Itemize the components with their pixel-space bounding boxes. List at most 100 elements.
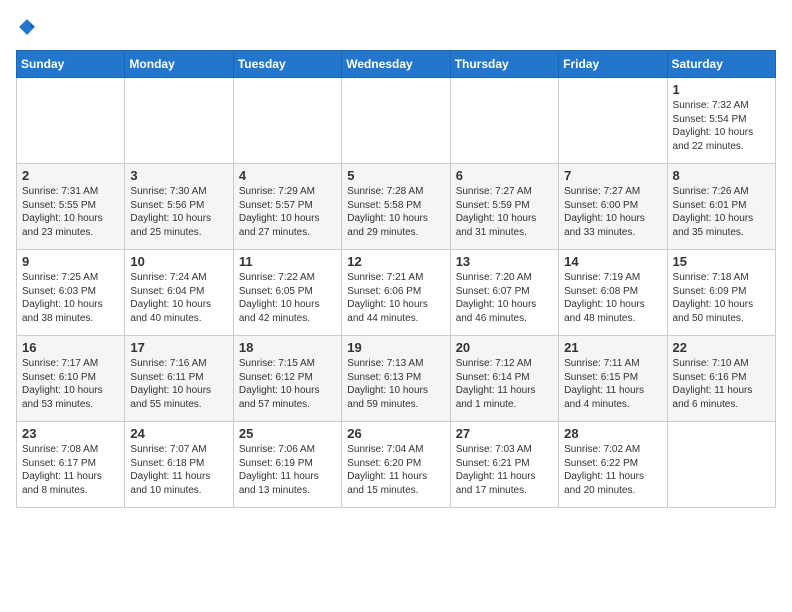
day-number: 16 bbox=[22, 340, 119, 355]
day-cell: 23 Sunrise: 7:08 AM Sunset: 6:17 PM Dayli… bbox=[17, 422, 125, 508]
day-info: Sunrise: 7:08 AM Sunset: 6:17 PM Dayligh… bbox=[22, 443, 119, 497]
day-cell: 28 Sunrise: 7:02 AM Sunset: 6:22 PM Dayli… bbox=[559, 422, 667, 508]
day-cell: 4 Sunrise: 7:29 AM Sunset: 5:57 PM Daylig… bbox=[233, 164, 341, 250]
day-info: Sunrise: 7:26 AM Sunset: 6:01 PM Dayligh… bbox=[673, 185, 770, 239]
day-header-friday: Friday bbox=[559, 51, 667, 78]
day-headers-row: SundayMondayTuesdayWednesdayThursdayFrid… bbox=[17, 51, 776, 78]
day-number: 10 bbox=[130, 254, 227, 269]
day-cell: 15 Sunrise: 7:18 AM Sunset: 6:09 PM Dayli… bbox=[667, 250, 775, 336]
day-info: Sunrise: 7:22 AM Sunset: 6:05 PM Dayligh… bbox=[239, 271, 336, 325]
logo bbox=[16, 16, 42, 38]
day-cell bbox=[125, 78, 233, 164]
day-number: 26 bbox=[347, 426, 444, 441]
day-cell: 11Sunrise: 7:22 AM Sunset: 6:05 PM Dayli… bbox=[233, 250, 341, 336]
day-info: Sunrise: 7:15 AM Sunset: 6:12 PM Dayligh… bbox=[239, 357, 336, 411]
day-cell: 1 Sunrise: 7:32 AM Sunset: 5:54 PM Daylig… bbox=[667, 78, 775, 164]
day-info: Sunrise: 7:17 AM Sunset: 6:10 PM Dayligh… bbox=[22, 357, 119, 411]
day-header-saturday: Saturday bbox=[667, 51, 775, 78]
day-number: 5 bbox=[347, 168, 444, 183]
day-info: Sunrise: 7:10 AM Sunset: 6:16 PM Dayligh… bbox=[673, 357, 770, 411]
day-info: Sunrise: 7:27 AM Sunset: 6:00 PM Dayligh… bbox=[564, 185, 661, 239]
day-info: Sunrise: 7:06 AM Sunset: 6:19 PM Dayligh… bbox=[239, 443, 336, 497]
week-row-4: 16 Sunrise: 7:17 AM Sunset: 6:10 PM Dayli… bbox=[17, 336, 776, 422]
day-header-thursday: Thursday bbox=[450, 51, 558, 78]
page-header bbox=[16, 16, 776, 38]
day-cell: 19 Sunrise: 7:13 AM Sunset: 6:13 PM Dayli… bbox=[342, 336, 450, 422]
day-info: Sunrise: 7:13 AM Sunset: 6:13 PM Dayligh… bbox=[347, 357, 444, 411]
week-row-2: 2 Sunrise: 7:31 AM Sunset: 5:55 PM Daylig… bbox=[17, 164, 776, 250]
day-number: 9 bbox=[22, 254, 119, 269]
day-cell: 17Sunrise: 7:16 AM Sunset: 6:11 PM Dayli… bbox=[125, 336, 233, 422]
day-cell: 18 Sunrise: 7:15 AM Sunset: 6:12 PM Dayli… bbox=[233, 336, 341, 422]
day-info: Sunrise: 7:30 AM Sunset: 5:56 PM Dayligh… bbox=[130, 185, 227, 239]
day-info: Sunrise: 7:24 AM Sunset: 6:04 PM Dayligh… bbox=[130, 271, 227, 325]
day-number: 1 bbox=[673, 82, 770, 97]
day-cell: 16 Sunrise: 7:17 AM Sunset: 6:10 PM Dayli… bbox=[17, 336, 125, 422]
day-info: Sunrise: 7:27 AM Sunset: 5:59 PM Dayligh… bbox=[456, 185, 553, 239]
day-number: 22 bbox=[673, 340, 770, 355]
day-number: 3 bbox=[130, 168, 227, 183]
day-cell: 5 Sunrise: 7:28 AM Sunset: 5:58 PM Daylig… bbox=[342, 164, 450, 250]
day-cell: 13 Sunrise: 7:20 AM Sunset: 6:07 PM Dayli… bbox=[450, 250, 558, 336]
day-number: 7 bbox=[564, 168, 661, 183]
calendar-table: SundayMondayTuesdayWednesdayThursdayFrid… bbox=[16, 50, 776, 508]
day-info: Sunrise: 7:19 AM Sunset: 6:08 PM Dayligh… bbox=[564, 271, 661, 325]
day-cell: 9Sunrise: 7:25 AM Sunset: 6:03 PM Daylig… bbox=[17, 250, 125, 336]
day-cell bbox=[667, 422, 775, 508]
day-cell: 12 Sunrise: 7:21 AM Sunset: 6:06 PM Dayli… bbox=[342, 250, 450, 336]
day-number: 18 bbox=[239, 340, 336, 355]
day-info: Sunrise: 7:11 AM Sunset: 6:15 PM Dayligh… bbox=[564, 357, 661, 411]
day-cell bbox=[450, 78, 558, 164]
day-info: Sunrise: 7:12 AM Sunset: 6:14 PM Dayligh… bbox=[456, 357, 553, 411]
day-cell bbox=[233, 78, 341, 164]
day-number: 2 bbox=[22, 168, 119, 183]
day-cell: 21 Sunrise: 7:11 AM Sunset: 6:15 PM Dayli… bbox=[559, 336, 667, 422]
day-number: 19 bbox=[347, 340, 444, 355]
day-header-monday: Monday bbox=[125, 51, 233, 78]
day-cell: 2 Sunrise: 7:31 AM Sunset: 5:55 PM Daylig… bbox=[17, 164, 125, 250]
day-info: Sunrise: 7:07 AM Sunset: 6:18 PM Dayligh… bbox=[130, 443, 227, 497]
day-number: 12 bbox=[347, 254, 444, 269]
day-info: Sunrise: 7:20 AM Sunset: 6:07 PM Dayligh… bbox=[456, 271, 553, 325]
day-cell bbox=[559, 78, 667, 164]
day-number: 13 bbox=[456, 254, 553, 269]
week-row-5: 23 Sunrise: 7:08 AM Sunset: 6:17 PM Dayli… bbox=[17, 422, 776, 508]
day-info: Sunrise: 7:31 AM Sunset: 5:55 PM Dayligh… bbox=[22, 185, 119, 239]
day-cell: 8Sunrise: 7:26 AM Sunset: 6:01 PM Daylig… bbox=[667, 164, 775, 250]
day-number: 15 bbox=[673, 254, 770, 269]
day-cell: 20Sunrise: 7:12 AM Sunset: 6:14 PM Dayli… bbox=[450, 336, 558, 422]
day-number: 4 bbox=[239, 168, 336, 183]
day-number: 23 bbox=[22, 426, 119, 441]
day-cell: 24 Sunrise: 7:07 AM Sunset: 6:18 PM Dayli… bbox=[125, 422, 233, 508]
day-cell: 22 Sunrise: 7:10 AM Sunset: 6:16 PM Dayli… bbox=[667, 336, 775, 422]
day-info: Sunrise: 7:32 AM Sunset: 5:54 PM Dayligh… bbox=[673, 99, 770, 153]
day-number: 25 bbox=[239, 426, 336, 441]
day-info: Sunrise: 7:18 AM Sunset: 6:09 PM Dayligh… bbox=[673, 271, 770, 325]
day-number: 14 bbox=[564, 254, 661, 269]
day-number: 28 bbox=[564, 426, 661, 441]
day-cell: 27Sunrise: 7:03 AM Sunset: 6:21 PM Dayli… bbox=[450, 422, 558, 508]
day-info: Sunrise: 7:29 AM Sunset: 5:57 PM Dayligh… bbox=[239, 185, 336, 239]
logo-icon bbox=[16, 16, 38, 38]
day-cell bbox=[342, 78, 450, 164]
day-info: Sunrise: 7:04 AM Sunset: 6:20 PM Dayligh… bbox=[347, 443, 444, 497]
day-cell: 3 Sunrise: 7:30 AM Sunset: 5:56 PM Daylig… bbox=[125, 164, 233, 250]
day-number: 27 bbox=[456, 426, 553, 441]
day-number: 6 bbox=[456, 168, 553, 183]
day-cell: 14 Sunrise: 7:19 AM Sunset: 6:08 PM Dayli… bbox=[559, 250, 667, 336]
day-cell: 25 Sunrise: 7:06 AM Sunset: 6:19 PM Dayli… bbox=[233, 422, 341, 508]
day-number: 21 bbox=[564, 340, 661, 355]
week-row-3: 9Sunrise: 7:25 AM Sunset: 6:03 PM Daylig… bbox=[17, 250, 776, 336]
day-cell: 7 Sunrise: 7:27 AM Sunset: 6:00 PM Daylig… bbox=[559, 164, 667, 250]
week-row-1: 1 Sunrise: 7:32 AM Sunset: 5:54 PM Daylig… bbox=[17, 78, 776, 164]
day-header-sunday: Sunday bbox=[17, 51, 125, 78]
day-header-wednesday: Wednesday bbox=[342, 51, 450, 78]
day-info: Sunrise: 7:21 AM Sunset: 6:06 PM Dayligh… bbox=[347, 271, 444, 325]
day-info: Sunrise: 7:02 AM Sunset: 6:22 PM Dayligh… bbox=[564, 443, 661, 497]
day-header-tuesday: Tuesday bbox=[233, 51, 341, 78]
day-number: 17 bbox=[130, 340, 227, 355]
day-number: 24 bbox=[130, 426, 227, 441]
day-cell: 10 Sunrise: 7:24 AM Sunset: 6:04 PM Dayli… bbox=[125, 250, 233, 336]
day-info: Sunrise: 7:28 AM Sunset: 5:58 PM Dayligh… bbox=[347, 185, 444, 239]
day-cell: 26 Sunrise: 7:04 AM Sunset: 6:20 PM Dayli… bbox=[342, 422, 450, 508]
